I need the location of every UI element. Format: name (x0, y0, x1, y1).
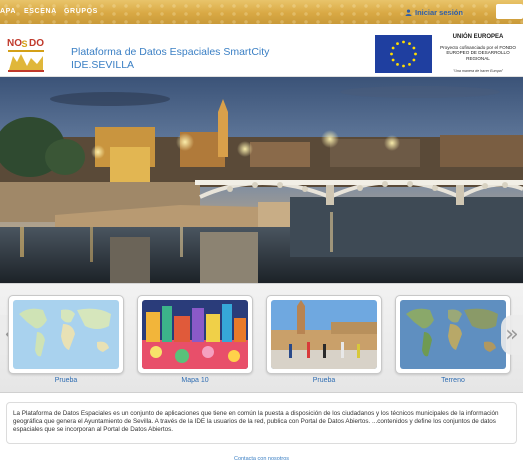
hero-image (0, 77, 523, 283)
nosdo-logo[interactable]: NO DO S (5, 32, 47, 74)
svg-text:NO: NO (7, 38, 22, 49)
site-title-line2: IDE.SEVILLA (71, 59, 135, 71)
map-card-3-label[interactable]: Prueba (266, 377, 382, 384)
description-box: La Plataforma de Datos Espaciales es un … (6, 402, 517, 444)
colorful-illustration-thumbnail (142, 300, 248, 369)
map-card-2[interactable] (137, 295, 253, 374)
world-map-thumbnail (13, 300, 119, 369)
seville-bridge-photo (0, 77, 523, 283)
map-card-2-label[interactable]: Mapa 10 (137, 377, 253, 384)
map-card-3[interactable] (266, 295, 382, 374)
login-link[interactable]: Iniciar sesión (405, 8, 463, 17)
search-input[interactable] (496, 4, 523, 19)
site-header: NO DO S Plataforma de Datos Espaciales S… (0, 24, 523, 77)
login-label: Iniciar sesión (415, 8, 463, 17)
svg-text:DO: DO (29, 38, 44, 49)
map-card-1[interactable] (8, 295, 124, 374)
nav-item-grupos[interactable]: GRUPOS (64, 8, 98, 15)
map-card-4-label[interactable]: Terreno (395, 377, 511, 384)
contact-link[interactable]: Contacta con nosotros (0, 456, 523, 462)
terrain-map-thumbnail (400, 300, 506, 369)
eu-motto: "Una manera de hacer Europa" (453, 69, 503, 73)
plaza-runners-thumbnail (271, 300, 377, 369)
site-title-line1: Plataforma de Datos Espaciales SmartCity (71, 46, 270, 58)
description-text: La Plataforma de Datos Espaciales es un … (13, 410, 499, 433)
map-carousel: « Prueba Mapa 10 (0, 283, 523, 393)
carousel-next-button[interactable]: » (501, 315, 523, 355)
site-title: Plataforma de Datos Espaciales SmartCity… (71, 46, 269, 72)
map-card-4[interactable] (395, 295, 511, 374)
svg-text:S: S (22, 39, 28, 49)
nav-item-escena[interactable]: ESCENA (24, 8, 57, 15)
user-icon (405, 9, 412, 16)
eu-flag-icon (375, 35, 432, 73)
eu-title: UNIÓN EUROPEA (452, 34, 504, 40)
map-card-1-label[interactable]: Prueba (8, 377, 124, 384)
eu-text: Proyecto cofinanciado por el FONDO EUROP… (440, 45, 516, 61)
top-nav-bar: APA ESCENA GRUPOS Iniciar sesión (0, 0, 523, 24)
nav-item-mapa[interactable]: APA (0, 8, 16, 15)
